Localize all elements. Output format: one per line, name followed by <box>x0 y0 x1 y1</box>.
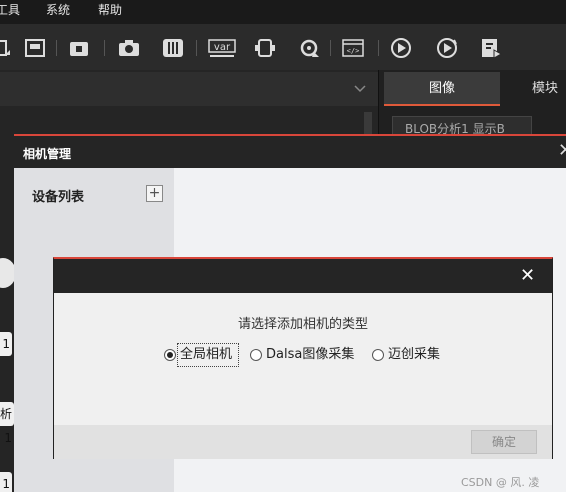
menu-tools[interactable]: 工具 <box>0 2 20 18</box>
play-icon[interactable] <box>390 38 412 58</box>
radio-button[interactable] <box>250 349 262 361</box>
lock-icon[interactable] <box>68 38 90 58</box>
dialog-footer: 确定 <box>54 425 552 459</box>
toolbar: var </> <box>0 24 566 70</box>
toolbar-separator <box>104 40 105 56</box>
toolbar-separator <box>196 40 197 56</box>
refresh-icon[interactable] <box>298 38 320 58</box>
camera-manager-title: 相机管理 <box>23 147 72 161</box>
flow-node[interactable]: 析1 <box>0 402 14 445</box>
chevron-down-icon[interactable] <box>354 84 366 94</box>
add-device-button[interactable]: + <box>146 185 163 202</box>
tab-module[interactable]: 模块 <box>510 72 566 106</box>
device-icon[interactable] <box>254 38 276 58</box>
dialog-titlebar[interactable]: ✕ <box>54 259 552 293</box>
flow-node[interactable]: 1 <box>0 472 12 492</box>
radio-label: 迈创采集 <box>388 347 441 362</box>
watermark: CSDN @ 风. 凌 <box>461 476 540 489</box>
menubar: 工具 系统 帮助 <box>0 0 566 24</box>
flow-canvas-header <box>0 72 378 106</box>
radio-button[interactable] <box>372 349 384 361</box>
ok-button[interactable]: 确定 <box>471 430 537 454</box>
radio-button-checked[interactable] <box>164 349 176 361</box>
toolbar-separator <box>56 40 57 56</box>
add-camera-dialog: ✕ 请选择添加相机的类型 全局相机 Dalsa图像采集 迈创采集 确定 <box>53 257 553 459</box>
script-label: </> <box>347 47 360 55</box>
close-icon[interactable]: ✕ <box>520 265 535 286</box>
close-icon[interactable]: ✕ <box>558 140 566 161</box>
toolbar-separator <box>330 40 331 56</box>
save-icon[interactable] <box>24 38 46 58</box>
toolbar-separator <box>378 40 379 56</box>
tab-image[interactable]: 图像 <box>384 72 500 106</box>
variable-icon[interactable]: var <box>208 38 236 58</box>
export-icon[interactable] <box>480 38 502 58</box>
flow-node[interactable]: 1 <box>0 332 12 356</box>
run-once-icon[interactable] <box>436 38 458 58</box>
variable-label: var <box>214 42 231 53</box>
focus-indicator <box>177 343 239 367</box>
device-list-label: 设备列表 <box>32 190 85 205</box>
dialog-prompt: 请选择添加相机的类型 <box>237 317 368 332</box>
camera-manager-titlebar[interactable]: 相机管理 ✕ <box>14 136 566 168</box>
menu-help[interactable]: 帮助 <box>98 2 122 18</box>
radio-label: Dalsa图像采集 <box>266 347 355 362</box>
camera-icon[interactable] <box>118 38 140 58</box>
script-icon[interactable]: </> <box>342 38 364 58</box>
sliders-icon[interactable] <box>162 38 184 58</box>
menu-system[interactable]: 系统 <box>46 2 70 18</box>
run-graph-icon[interactable] <box>0 38 12 58</box>
